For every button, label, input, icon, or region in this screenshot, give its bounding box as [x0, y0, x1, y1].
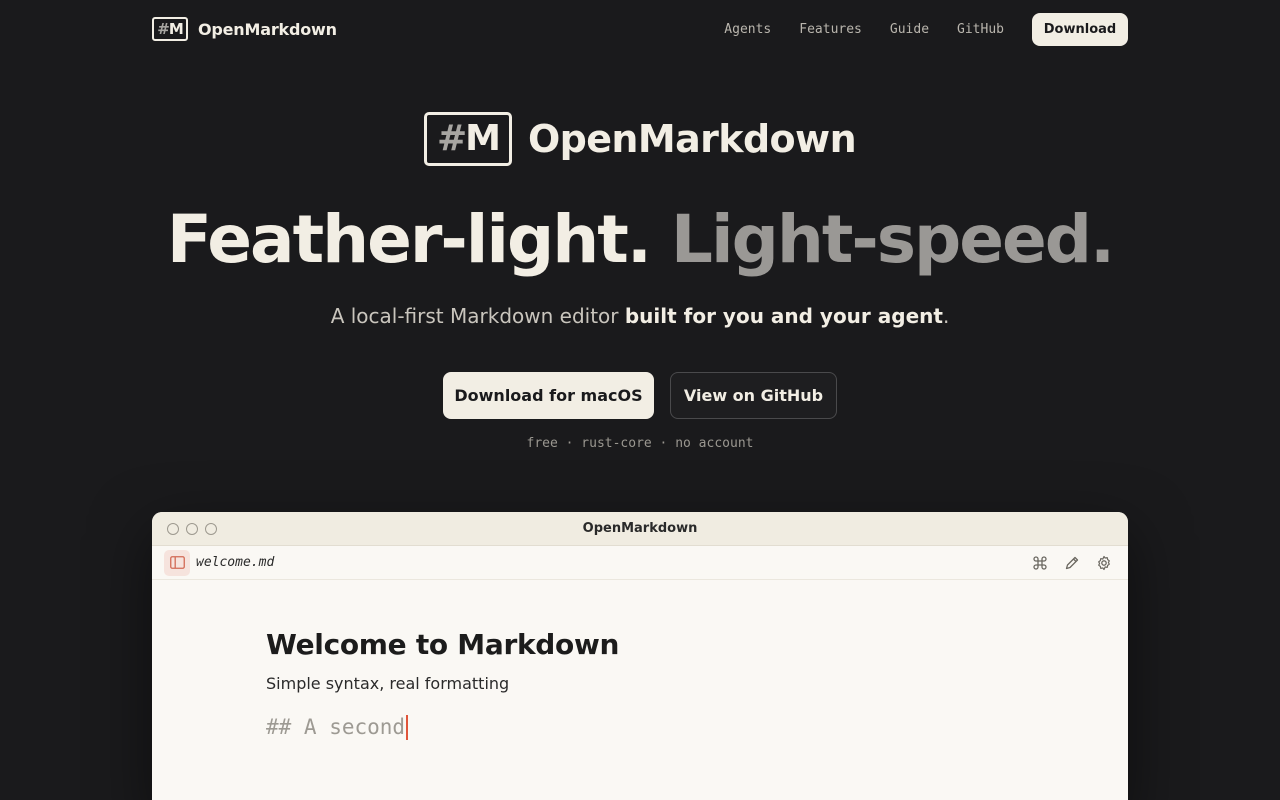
- command-palette-button[interactable]: [1030, 553, 1050, 573]
- sidebar-toggle-button[interactable]: [164, 549, 190, 576]
- nav-download-button[interactable]: Download: [1032, 12, 1128, 46]
- hero-meta: free · rust-core · no account: [526, 436, 754, 451]
- logo-icon: # M: [152, 17, 188, 41]
- doc-typing-line: ## A second: [266, 713, 1128, 741]
- gear-icon: [1098, 555, 1110, 570]
- tagline-plain: A local-first Markdown editor: [330, 304, 625, 328]
- logo-letter: M: [168, 19, 184, 38]
- nav-link-github[interactable]: GitHub: [957, 22, 1004, 37]
- hero-brand-name: OpenMarkdown: [527, 117, 857, 161]
- hero-headline: Feather-light. Light-speed.: [0, 198, 1280, 282]
- sidebar-icon: [169, 556, 185, 569]
- hero-cta-group: Download for macOS View on GitHub: [0, 372, 1280, 419]
- view-github-button[interactable]: View on GitHub: [670, 372, 837, 419]
- hero-logo: # M OpenMarkdown: [0, 112, 1280, 166]
- brand-name: OpenMarkdown: [198, 19, 337, 39]
- editor-document[interactable]: Welcome to Markdown Simple syntax, real …: [152, 580, 1128, 741]
- hero-logo-icon: # M: [423, 112, 512, 166]
- doc-typing-text: ## A second: [266, 715, 406, 739]
- pencil-icon: [1065, 556, 1079, 569]
- tagline-bold: built for you and your agent: [624, 304, 943, 328]
- headline-part-one: Feather-light.: [166, 201, 652, 278]
- app-window-preview: OpenMarkdown welcome.md Welcome to Markd…: [152, 512, 1128, 800]
- command-icon: [1033, 555, 1047, 570]
- nav-link-guide[interactable]: Guide: [890, 22, 929, 37]
- window-title: OpenMarkdown: [582, 521, 698, 536]
- edit-mode-button[interactable]: [1062, 553, 1082, 573]
- doc-paragraph: Simple syntax, real formatting: [266, 674, 510, 693]
- headline-part-two: Light-speed.: [670, 201, 1115, 278]
- doc-heading: Welcome to Markdown: [266, 628, 620, 661]
- brand-link[interactable]: # M OpenMarkdown: [152, 17, 337, 41]
- nav-menu: Agents Features Guide GitHub Download: [724, 12, 1128, 46]
- settings-button[interactable]: [1094, 553, 1114, 573]
- logo-hash: #: [157, 19, 170, 38]
- hero-logo-letter: M: [465, 118, 501, 159]
- nav-link-features[interactable]: Features: [799, 22, 862, 37]
- text-caret: [406, 714, 409, 740]
- hero-logo-hash: #: [436, 118, 467, 159]
- tagline-end: .: [942, 304, 950, 328]
- hero-tagline: A local-first Markdown editor built for …: [0, 302, 1280, 330]
- download-macos-button[interactable]: Download for macOS: [443, 372, 654, 419]
- window-titlebar: OpenMarkdown: [152, 512, 1128, 546]
- file-name: welcome.md: [196, 555, 275, 570]
- nav-link-agents[interactable]: Agents: [724, 22, 771, 37]
- top-nav: # M OpenMarkdown Agents Features Guide Gi…: [152, 0, 1128, 58]
- editor-toolbar: welcome.md: [152, 546, 1128, 580]
